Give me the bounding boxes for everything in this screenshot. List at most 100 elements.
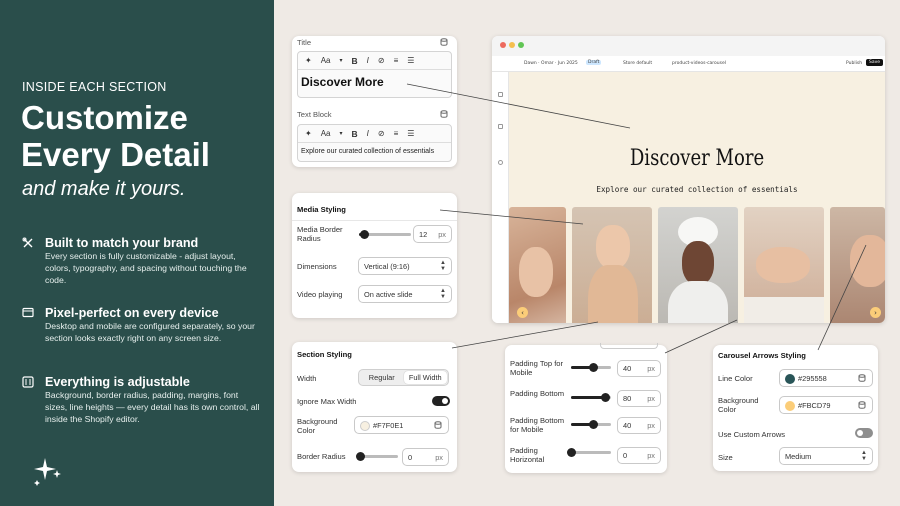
- sparkle-icon[interactable]: ✦: [305, 129, 312, 138]
- ignore-max-width-toggle[interactable]: [432, 396, 450, 406]
- width-segmented-control[interactable]: Regular Full Width: [358, 369, 449, 386]
- bold-button[interactable]: B: [352, 129, 358, 139]
- carousel-next-button[interactable]: ›: [870, 307, 881, 318]
- chevron-down-icon[interactable]: ▾: [340, 130, 343, 137]
- carousel-image[interactable]: [658, 207, 738, 323]
- padding-input[interactable]: 40 px: [617, 360, 661, 377]
- device-icon: [22, 307, 34, 318]
- video-value: On active slide: [364, 289, 413, 299]
- feature-description: Every section is fully customizable - ad…: [45, 251, 247, 285]
- tagline: and make it yours.: [22, 178, 186, 200]
- bg-color-input[interactable]: #F7F0E1: [354, 416, 449, 434]
- color-swatch[interactable]: [360, 421, 370, 431]
- textblock-label: Text Block: [297, 110, 332, 119]
- title-editor[interactable]: ✦ Aa ▾ B I ⊘ ≡ ☰ Discover More: [297, 51, 452, 98]
- list-icon[interactable]: ≡: [394, 56, 399, 65]
- chevron-right-icon: ›: [874, 308, 877, 317]
- padding-input[interactable]: 40 px: [617, 417, 661, 434]
- theme-selector[interactable]: Dawn · Omar · Jun 2025: [524, 61, 578, 66]
- color-swatch[interactable]: [785, 401, 795, 411]
- minimize-dot[interactable]: [509, 42, 515, 48]
- link-icon[interactable]: ⊘: [378, 56, 385, 65]
- chevron-updown-icon: ▲ ▼: [440, 288, 446, 300]
- arrows-heading: Carousel Arrows Styling: [718, 351, 806, 360]
- database-icon[interactable]: [858, 374, 866, 382]
- tools-icon: [22, 237, 33, 248]
- chevron-left-icon: ‹: [521, 308, 524, 317]
- store-selector[interactable]: Store default: [623, 61, 652, 66]
- padding-value: 80: [623, 394, 632, 403]
- title-label: Title: [297, 38, 312, 47]
- link-icon[interactable]: ⊘: [378, 129, 385, 138]
- textblock-editor[interactable]: ✦ Aa ▾ B I ⊘ ≡ ☰ Explore our curated col…: [297, 124, 452, 162]
- canvas-subtitle: Explore our curated collection of essent…: [596, 185, 798, 194]
- sections-icon[interactable]: [498, 92, 503, 97]
- font-picker[interactable]: Aa: [321, 56, 331, 65]
- carousel-image[interactable]: [744, 207, 824, 323]
- numbered-list-icon[interactable]: ☰: [407, 129, 414, 138]
- preview-canvas: Discover More Explore our curated collec…: [509, 72, 885, 323]
- video-select[interactable]: On active slide ▲ ▼: [358, 285, 452, 303]
- custom-arrows-label: Use Custom Arrows: [718, 430, 786, 439]
- textblock-value[interactable]: Explore our curated collection of essent…: [298, 143, 451, 160]
- padding-input[interactable]: 80 px: [617, 390, 661, 407]
- database-icon[interactable]: [434, 421, 442, 429]
- media-styling-card: Media Styling Media Border Radius 12 px …: [292, 193, 457, 318]
- video-label: Video playing: [297, 290, 343, 299]
- chevron-down-icon[interactable]: ▾: [340, 57, 343, 64]
- database-icon[interactable]: [440, 38, 448, 46]
- custom-arrows-toggle[interactable]: [855, 428, 873, 438]
- text-settings-card: Title ✦ Aa ▾ B I ⊘ ≡ ☰ Discover More Tex…: [292, 36, 457, 167]
- carousel-arrows-card: Carousel Arrows Styling Line Color #2955…: [713, 345, 878, 471]
- template-selector[interactable]: product-videos-carousel: [672, 61, 726, 66]
- italic-button[interactable]: I: [367, 56, 369, 65]
- settings-icon[interactable]: [498, 124, 503, 129]
- border-radius-input[interactable]: 0 px: [402, 448, 449, 466]
- unit-label: px: [435, 452, 443, 462]
- carousel-image[interactable]: [509, 207, 566, 323]
- border-radius-input[interactable]: 12 px: [413, 225, 452, 243]
- carousel-image[interactable]: [572, 207, 652, 323]
- bg-color-input[interactable]: #FBCD79: [779, 396, 873, 414]
- headline-line-1: Customize: [21, 99, 188, 136]
- padding-slider[interactable]: [571, 363, 611, 372]
- dimensions-select[interactable]: Vertical (9:16) ▲ ▼: [358, 257, 452, 275]
- padding-slider[interactable]: [571, 393, 611, 402]
- rte-toolbar: ✦ Aa ▾ B I ⊘ ≡ ☰: [298, 125, 451, 143]
- database-icon[interactable]: [858, 401, 866, 409]
- width-label: Width: [297, 374, 317, 383]
- chevron-updown-icon: ▲ ▼: [861, 450, 867, 462]
- color-swatch[interactable]: [785, 374, 795, 384]
- padding-slider[interactable]: [567, 448, 611, 457]
- save-button[interactable]: Save: [866, 59, 884, 66]
- border-radius-slider[interactable]: [359, 230, 411, 239]
- carousel-image[interactable]: [830, 207, 885, 323]
- title-value[interactable]: Discover More: [298, 70, 451, 94]
- bold-button[interactable]: B: [352, 56, 358, 66]
- border-radius-slider[interactable]: [356, 452, 398, 461]
- editor-sidebar: [492, 72, 509, 323]
- size-value: Medium: [785, 451, 812, 461]
- font-picker[interactable]: Aa: [321, 129, 331, 138]
- editor-topbar: Dawn · Omar · Jun 2025 Draft Store defau…: [492, 56, 885, 72]
- sparkle-icon[interactable]: ✦: [305, 56, 312, 65]
- numbered-list-icon[interactable]: ☰: [407, 56, 414, 65]
- apps-icon[interactable]: [498, 160, 503, 165]
- list-icon[interactable]: ≡: [394, 129, 399, 138]
- line-color-input[interactable]: #295558: [779, 369, 873, 387]
- database-icon[interactable]: [440, 110, 448, 118]
- maximize-dot[interactable]: [518, 42, 524, 48]
- width-option-regular[interactable]: Regular: [360, 371, 404, 384]
- feature-item: Pixel-perfect on every device Desktop an…: [22, 306, 262, 344]
- carousel-prev-button[interactable]: ‹: [517, 307, 528, 318]
- close-dot[interactable]: [500, 42, 506, 48]
- padding-slider[interactable]: [571, 420, 611, 429]
- width-option-full[interactable]: Full Width: [403, 371, 447, 384]
- line-color-value: #295558: [798, 373, 827, 383]
- padding-input[interactable]: 0 px: [617, 447, 661, 464]
- size-select[interactable]: Medium ▲ ▼: [779, 447, 873, 465]
- publish-button[interactable]: Publish: [846, 61, 862, 66]
- italic-button[interactable]: I: [367, 129, 369, 138]
- unit-label: px: [647, 451, 655, 460]
- headline-line-2: Every Detail: [21, 136, 210, 173]
